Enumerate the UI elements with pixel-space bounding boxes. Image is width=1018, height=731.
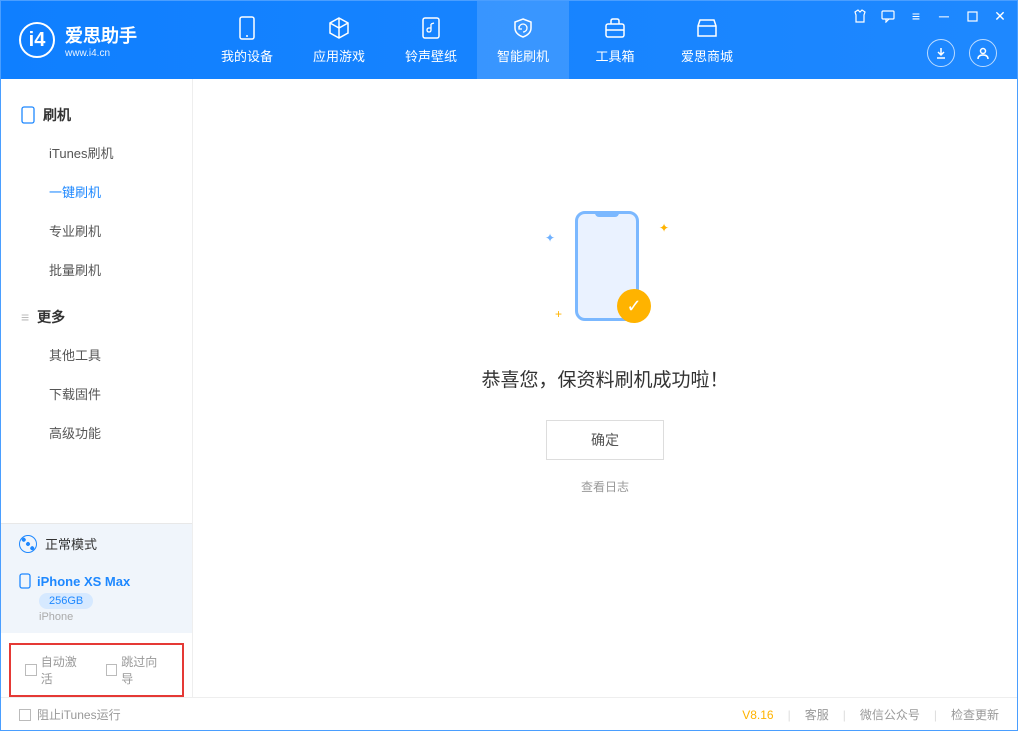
device-info-row[interactable]: iPhone XS Max 256GB iPhone — [1, 563, 192, 633]
menu-lines-icon: ≡ — [21, 309, 29, 325]
nav-tabs: 我的设备 应用游戏 铃声壁纸 智能刷机 工具箱 爱思商城 — [201, 1, 753, 79]
sparkle-icon: ✦ — [659, 221, 669, 235]
tab-label: 智能刷机 — [497, 46, 549, 65]
tab-label: 工具箱 — [595, 46, 634, 65]
header: i4 爱思助手 www.i4.cn 我的设备 应用游戏 铃声壁纸 智能刷机 工具… — [1, 1, 1017, 79]
footer-block-itunes[interactable]: 阻止iTunes运行 — [19, 706, 121, 723]
ok-button[interactable]: 确定 — [546, 420, 664, 460]
logo-icon: i4 — [19, 22, 55, 58]
checkbox-icon — [19, 709, 31, 721]
tab-apps[interactable]: 应用游戏 — [293, 1, 385, 79]
device-name: iPhone XS Max — [19, 573, 174, 589]
shirt-icon[interactable] — [851, 7, 869, 25]
footer-link-support[interactable]: 客服 — [805, 706, 829, 723]
main-content: ✦ ✦ + ✓ 恭喜您，保资料刷机成功啦！ 确定 查看日志 — [193, 79, 1017, 697]
checkbox-auto-activate[interactable]: 自动激活 — [25, 653, 88, 687]
music-file-icon — [419, 16, 443, 40]
sidebar-item-advanced[interactable]: 高级功能 — [1, 413, 192, 452]
tab-label: 应用游戏 — [313, 46, 365, 65]
store-icon — [695, 16, 719, 40]
close-button[interactable]: ✕ — [991, 7, 1009, 25]
sidebar-item-download-firmware[interactable]: 下载固件 — [1, 374, 192, 413]
view-log-link[interactable]: 查看日志 — [581, 478, 629, 495]
toolbox-icon — [603, 16, 627, 40]
device-storage-badge: 256GB — [39, 593, 93, 609]
sidebar-item-oneclick-flash[interactable]: 一键刷机 — [1, 172, 192, 211]
tab-label: 爱思商城 — [681, 46, 733, 65]
download-button[interactable] — [927, 39, 955, 67]
device-mode-row[interactable]: 正常模式 — [1, 523, 192, 563]
app-name: 爱思助手 — [65, 22, 137, 48]
success-message: 恭喜您，保资料刷机成功啦！ — [481, 365, 728, 392]
mode-icon — [19, 535, 37, 553]
sparkle-icon: ✦ — [545, 231, 555, 245]
checkbox-highlight-row: 自动激活 跳过向导 — [9, 643, 184, 697]
device-mode-label: 正常模式 — [45, 534, 97, 553]
tab-label: 铃声壁纸 — [405, 46, 457, 65]
sidebar: 刷机 iTunes刷机 一键刷机 专业刷机 批量刷机 ≡ 更多 其他工具 下载固… — [1, 79, 193, 697]
footer-link-update[interactable]: 检查更新 — [951, 706, 999, 723]
tab-ringtones[interactable]: 铃声壁纸 — [385, 1, 477, 79]
version-label: V8.16 — [742, 708, 773, 722]
sidebar-section-flash: 刷机 — [1, 97, 192, 133]
phone-small-icon — [19, 573, 31, 589]
sidebar-item-batch-flash[interactable]: 批量刷机 — [1, 250, 192, 289]
tab-flash[interactable]: 智能刷机 — [477, 1, 569, 79]
device-type: iPhone — [39, 611, 174, 623]
sparkle-icon: + — [555, 307, 562, 321]
success-illustration: ✦ ✦ + ✓ — [525, 201, 685, 341]
checkbox-icon — [106, 664, 118, 676]
phone-icon — [235, 16, 259, 40]
device-icon — [21, 106, 35, 124]
sidebar-item-other-tools[interactable]: 其他工具 — [1, 335, 192, 374]
cube-icon — [327, 16, 351, 40]
logo-area: i4 爱思助手 www.i4.cn — [1, 22, 201, 59]
device-panel: 正常模式 iPhone XS Max 256GB iPhone 自动激活 跳过向… — [1, 523, 192, 697]
feedback-icon[interactable] — [879, 7, 897, 25]
body: 刷机 iTunes刷机 一键刷机 专业刷机 批量刷机 ≡ 更多 其他工具 下载固… — [1, 79, 1017, 697]
tab-my-device[interactable]: 我的设备 — [201, 1, 293, 79]
sidebar-item-itunes-flash[interactable]: iTunes刷机 — [1, 133, 192, 172]
menu-icon[interactable]: ≡ — [907, 7, 925, 25]
tab-store[interactable]: 爱思商城 — [661, 1, 753, 79]
tab-toolbox[interactable]: 工具箱 — [569, 1, 661, 79]
sidebar-section-more: ≡ 更多 — [1, 299, 192, 335]
maximize-button[interactable] — [963, 7, 981, 25]
sidebar-item-pro-flash[interactable]: 专业刷机 — [1, 211, 192, 250]
window-controls: ≡ ─ ✕ — [851, 7, 1009, 25]
minimize-button[interactable]: ─ — [935, 7, 953, 25]
footer: 阻止iTunes运行 V8.16 | 客服 | 微信公众号 | 检查更新 — [1, 697, 1017, 731]
user-button[interactable] — [969, 39, 997, 67]
footer-link-wechat[interactable]: 微信公众号 — [860, 706, 920, 723]
tab-label: 我的设备 — [221, 46, 273, 65]
app-url: www.i4.cn — [65, 48, 137, 59]
checkbox-skip-guide[interactable]: 跳过向导 — [106, 653, 169, 687]
refresh-shield-icon — [511, 16, 535, 40]
header-right — [927, 39, 997, 67]
check-badge-icon: ✓ — [617, 289, 651, 323]
checkbox-icon — [25, 664, 37, 676]
